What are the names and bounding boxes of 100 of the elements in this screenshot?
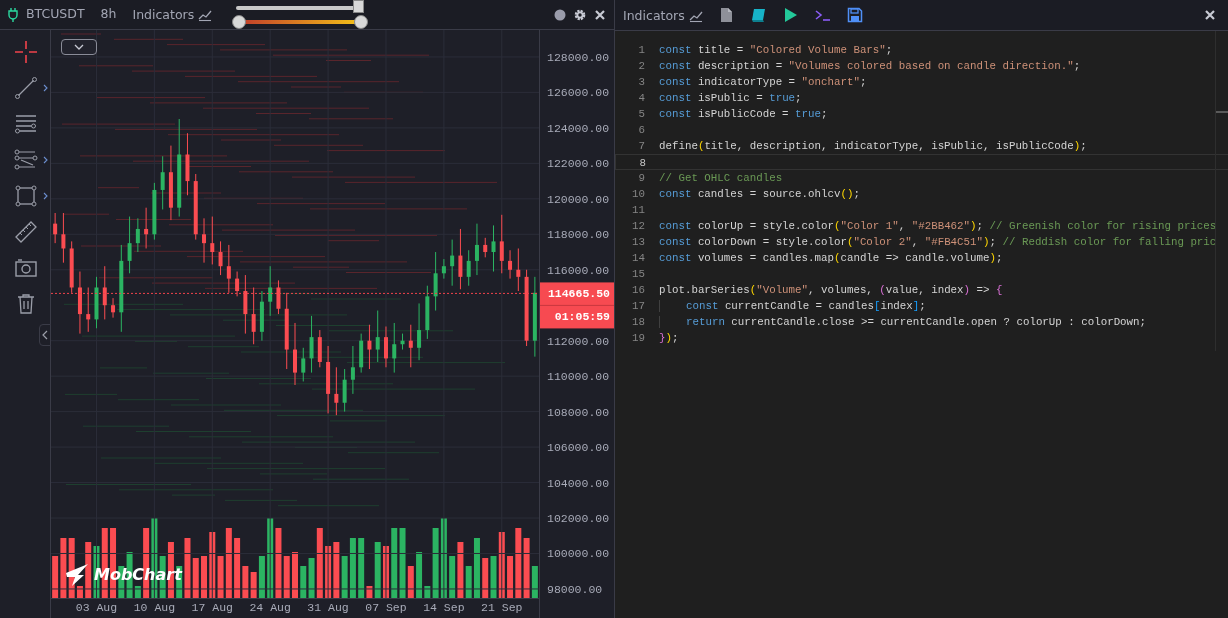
price-axis-label: 118000.00: [547, 228, 610, 242]
candle: [268, 265, 273, 317]
price-axis-label: 102000.00: [547, 512, 610, 525]
price-axis-label: 98000.00: [547, 582, 603, 596]
code-line: define(title, description, indicatorType, isPublic, isPublicCode);: [659, 140, 1087, 152]
indicators-button[interactable]: Indicators: [623, 7, 703, 23]
code-line: return currentCandle.close >= currentCandle.open ? colorUp : colorDown;: [659, 316, 1147, 328]
line-number: 18: [631, 315, 645, 330]
line-number: 1: [637, 43, 645, 58]
code-line: const currentCandle = candles[index];: [659, 300, 926, 312]
candle: [441, 258, 446, 280]
candle: [226, 244, 231, 294]
candle: [251, 287, 256, 345]
line-number: 15: [631, 267, 645, 282]
candle: [259, 290, 264, 342]
price-axis-label: 112000.00: [547, 334, 610, 348]
candle: [425, 285, 430, 340]
play-icon[interactable]: [782, 7, 799, 23]
code-line: const colorUp = style.color("Color 1", "#2BB462"); // Greenish color for rising prices: [659, 220, 1217, 232]
logo-icon: [64, 563, 90, 587]
last-price: 114665.50: [547, 287, 610, 301]
candle: [309, 315, 314, 374]
candle: [334, 366, 339, 416]
price-axis-label: 128000.00: [547, 50, 610, 64]
candle: [499, 214, 504, 274]
line-number: 17: [631, 299, 645, 314]
book-icon[interactable]: [750, 7, 767, 23]
price-axis-label: 106000.00: [547, 441, 610, 455]
line-number: 10: [631, 187, 645, 202]
settings-icon[interactable]: [574, 8, 586, 21]
candle: [86, 287, 91, 333]
code-line: const title = "Colored Volume Bars";: [659, 44, 893, 56]
candle: [342, 368, 347, 413]
line-number: 6: [637, 123, 645, 138]
candle: [152, 182, 157, 241]
close-icon[interactable]: [594, 8, 606, 21]
timeframe-label[interactable]: 8h: [100, 5, 117, 24]
line-number: 12: [631, 219, 645, 234]
price-axis-label: 116000.00: [547, 263, 610, 277]
indicators-button[interactable]: Indicators: [132, 7, 213, 22]
line-number: 9: [637, 171, 645, 186]
terminal-icon[interactable]: [814, 7, 831, 23]
date-axis-label: 07 Sep: [365, 601, 407, 614]
candle: [508, 249, 513, 280]
price-axis-label: 108000.00: [547, 405, 610, 419]
candle: [111, 297, 116, 319]
candle: [359, 333, 364, 374]
file-icon[interactable]: [718, 7, 735, 23]
candle: [474, 223, 479, 276]
save-icon[interactable]: [846, 7, 863, 23]
candle: [94, 276, 99, 329]
candle: [293, 322, 297, 386]
candle: [483, 237, 488, 258]
date-axis-label: 03 Aug: [75, 601, 118, 614]
status-dot-icon[interactable]: [554, 8, 566, 21]
line-number: 19: [631, 331, 645, 346]
code-line: const isPublic = true;: [659, 92, 802, 104]
collapse-button[interactable]: [39, 324, 51, 346]
candle: [375, 310, 380, 363]
candle: [301, 347, 306, 382]
code-line: const description = "Volumes colored based on candle direction.";: [659, 60, 1081, 72]
candle: [202, 217, 206, 264]
line-number: 16: [631, 283, 645, 298]
date-axis-label: 17 Aug: [191, 601, 233, 614]
candle: [69, 240, 74, 294]
date-axis-label: 21 Sep: [481, 601, 523, 614]
line-number: 4: [637, 91, 645, 106]
line-number: 7: [637, 139, 645, 154]
date-axis-label: 14 Sep: [423, 601, 465, 614]
code-line: const indicatorType = "onchart";: [659, 76, 867, 88]
symbol-label[interactable]: BTCUSDT: [26, 5, 85, 24]
close-icon[interactable]: [1204, 9, 1216, 21]
candle: [276, 279, 281, 315]
line-number: 8: [638, 156, 646, 169]
candle: [350, 345, 355, 395]
candle: [400, 333, 405, 351]
price-axis-label: 104000.00: [547, 476, 610, 490]
candle: [77, 271, 82, 335]
candle: [185, 132, 190, 196]
line-number: 14: [631, 251, 645, 266]
candle: [433, 251, 438, 312]
candle: [367, 324, 372, 370]
dropdown-button[interactable]: [61, 39, 97, 55]
candle: [127, 216, 132, 274]
price-axis-label: 124000.00: [547, 121, 610, 135]
date-axis-label: 10 Aug: [133, 601, 176, 614]
plug-icon: [8, 7, 18, 22]
line-number: 3: [637, 75, 645, 90]
slider[interactable]: [236, 2, 365, 13]
code-line: const colorDown = style.color("Color 2", "#FB4C51"); // Reddish color for falling pric: [659, 236, 1217, 248]
date-axis-label: 24 Aug: [249, 601, 291, 614]
candle: [235, 271, 240, 297]
price-axis-label: 122000.00: [547, 157, 610, 171]
line-number: 2: [637, 59, 645, 74]
candle: [135, 217, 140, 253]
trend-icon: [198, 8, 213, 22]
candle: [417, 302, 422, 361]
code-line: });: [659, 332, 679, 344]
price-axis-label: 100000.00: [547, 547, 610, 561]
candle: [392, 322, 397, 374]
